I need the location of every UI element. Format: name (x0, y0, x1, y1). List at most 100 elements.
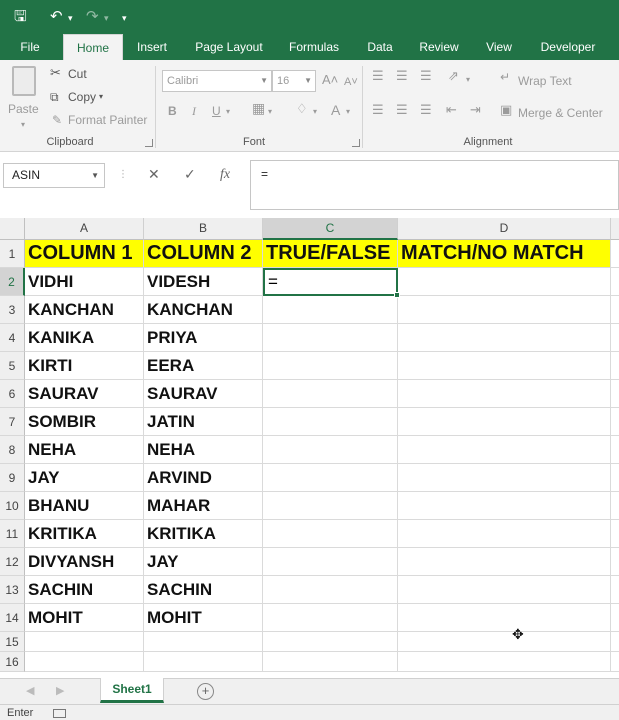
font-color-dropdown-icon[interactable]: ▾ (346, 105, 350, 119)
orientation-icon[interactable]: ⇗ (448, 70, 459, 84)
cell-b7[interactable]: JATIN (144, 408, 263, 436)
name-box[interactable]: ASIN ▼ (3, 163, 105, 188)
tab-review[interactable]: Review (414, 34, 464, 60)
cell-d7[interactable] (398, 408, 611, 436)
cell-d12[interactable] (398, 548, 611, 576)
cell-e11[interactable] (611, 520, 619, 548)
cell-b6[interactable]: SAURAV (144, 380, 263, 408)
active-cell-c2[interactable]: = (263, 268, 398, 296)
tab-developer[interactable]: Developer (534, 34, 602, 60)
row-header-15[interactable]: 15 (0, 632, 25, 652)
font-size-dropdown[interactable]: 16 ▼ (272, 70, 316, 92)
cell-b10[interactable]: MAHAR (144, 492, 263, 520)
cell-c10[interactable] (263, 492, 398, 520)
cell-c7[interactable] (263, 408, 398, 436)
row-header-1[interactable]: 1 (0, 240, 25, 268)
cell-c8[interactable] (263, 436, 398, 464)
row-header-16[interactable]: 16 (0, 652, 25, 672)
cell-a12[interactable]: DIVYANSH (25, 548, 144, 576)
cell-a16[interactable] (25, 652, 144, 672)
format-painter-button[interactable]: Format Painter (68, 113, 147, 127)
cell-d4[interactable] (398, 324, 611, 352)
cancel-entry-button[interactable]: ✕ (148, 165, 160, 185)
copy-button[interactable]: Copy (68, 90, 96, 104)
column-header-c[interactable]: C (263, 218, 398, 240)
cell-e6[interactable] (611, 380, 619, 408)
row-header-10[interactable]: 10 (0, 492, 25, 520)
cell-a4[interactable]: KANIKA (25, 324, 144, 352)
cell-b3[interactable]: KANCHAN (144, 296, 263, 324)
cell-a5[interactable]: KIRTI (25, 352, 144, 380)
cell-d1[interactable]: MATCH/NO MATCH (398, 240, 611, 268)
previous-sheet-icon[interactable]: ◀ (26, 684, 34, 697)
cell-d8[interactable] (398, 436, 611, 464)
macro-recording-icon[interactable] (53, 709, 66, 718)
cell-d16[interactable] (398, 652, 611, 672)
cell-a1[interactable]: COLUMN 1 (25, 240, 144, 268)
cell-b1[interactable]: COLUMN 2 (144, 240, 263, 268)
save-icon[interactable]: 🖫 (14, 6, 27, 26)
font-launcher-icon[interactable] (352, 139, 360, 147)
cell-e1[interactable] (611, 240, 619, 268)
borders-icon[interactable]: ▦ (252, 102, 265, 116)
cell-b9[interactable]: ARVIND (144, 464, 263, 492)
copy-icon[interactable]: ⧉ (50, 90, 59, 104)
bottom-align-icon[interactable]: ☰ (420, 70, 432, 84)
cell-c3[interactable] (263, 296, 398, 324)
borders-dropdown-icon[interactable]: ▾ (268, 105, 272, 119)
cell-e5[interactable] (611, 352, 619, 380)
underline-dropdown-icon[interactable]: ▾ (226, 105, 230, 119)
tab-formulas[interactable]: Formulas (284, 34, 344, 60)
column-header-b[interactable]: B (144, 218, 263, 240)
increase-indent-icon[interactable]: ⇥ (470, 104, 481, 118)
decrease-indent-icon[interactable]: ⇤ (446, 104, 457, 118)
tab-home[interactable]: Home (63, 34, 123, 60)
cell-c4[interactable] (263, 324, 398, 352)
fill-handle[interactable] (394, 292, 400, 298)
cell-d14[interactable] (398, 604, 611, 632)
cell-e10[interactable] (611, 492, 619, 520)
cut-icon[interactable]: ✂ (50, 67, 61, 81)
row-header-9[interactable]: 9 (0, 464, 25, 492)
row-header-4[interactable]: 4 (0, 324, 25, 352)
row-header-5[interactable]: 5 (0, 352, 25, 380)
redo-icon[interactable]: ↷ (86, 6, 99, 26)
row-header-3[interactable]: 3 (0, 296, 25, 324)
row-header-14[interactable]: 14 (0, 604, 25, 632)
cell-b13[interactable]: SACHIN (144, 576, 263, 604)
font-name-dropdown[interactable]: Calibri ▼ (162, 70, 272, 92)
cell-a11[interactable]: KRITIKA (25, 520, 144, 548)
tab-insert[interactable]: Insert (130, 34, 174, 60)
cell-e14[interactable] (611, 604, 619, 632)
middle-align-icon[interactable]: ☰ (396, 70, 408, 84)
cell-b8[interactable]: NEHA (144, 436, 263, 464)
wrap-text-icon[interactable]: ↵ (500, 70, 510, 84)
top-align-icon[interactable]: ☰ (372, 70, 384, 84)
increase-font-size-icon[interactable]: A˄ (322, 73, 338, 87)
cell-a8[interactable]: NEHA (25, 436, 144, 464)
cell-c5[interactable] (263, 352, 398, 380)
cell-e15[interactable] (611, 632, 619, 652)
cell-e7[interactable] (611, 408, 619, 436)
cell-d5[interactable] (398, 352, 611, 380)
wrap-text-button[interactable]: Wrap Text (518, 74, 572, 88)
tab-page-layout[interactable]: Page Layout (190, 34, 268, 60)
cell-c15[interactable] (263, 632, 398, 652)
cell-d9[interactable] (398, 464, 611, 492)
font-color-icon[interactable]: A (331, 103, 340, 117)
cell-d3[interactable] (398, 296, 611, 324)
row-header-7[interactable]: 7 (0, 408, 25, 436)
cell-b5[interactable]: EERA (144, 352, 263, 380)
cell-e12[interactable] (611, 548, 619, 576)
cell-a14[interactable]: MOHIT (25, 604, 144, 632)
cell-d2[interactable] (398, 268, 611, 296)
new-sheet-icon[interactable]: + (197, 683, 214, 700)
cell-b11[interactable]: KRITIKA (144, 520, 263, 548)
clipboard-launcher-icon[interactable] (145, 139, 153, 147)
cell-a9[interactable]: JAY (25, 464, 144, 492)
paste-button[interactable]: Paste ▾ (8, 64, 42, 130)
cell-c13[interactable] (263, 576, 398, 604)
cell-c16[interactable] (263, 652, 398, 672)
customize-qat-icon[interactable]: ▾ (122, 9, 127, 29)
row-header-12[interactable]: 12 (0, 548, 25, 576)
